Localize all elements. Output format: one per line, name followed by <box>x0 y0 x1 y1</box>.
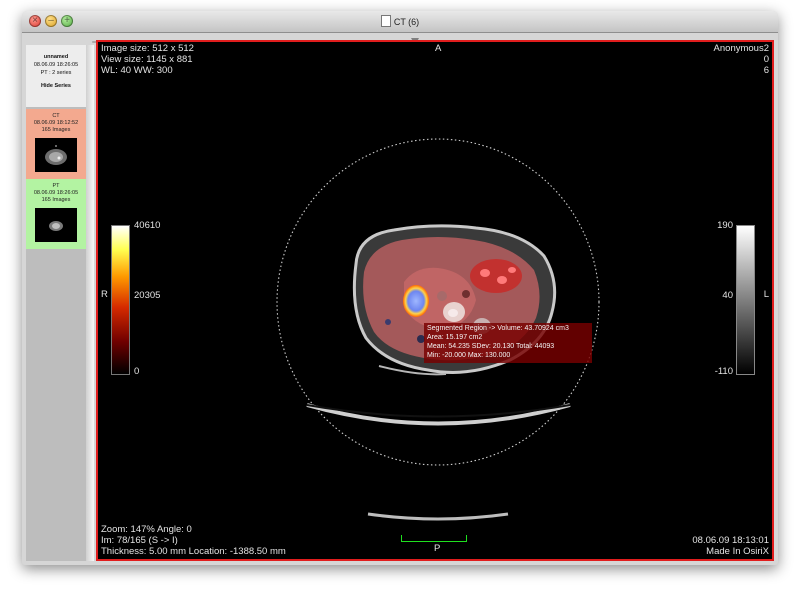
credit-label: Made In OsiriX <box>706 546 769 557</box>
patient-info-line: 6 <box>763 65 769 76</box>
view-size-label: View size: 1145 x 881 <box>101 54 193 65</box>
series-thumbnail-ct[interactable] <box>35 138 77 172</box>
series-thumbnail-pt[interactable] <box>35 208 77 242</box>
zoom-angle-label: Zoom: 147% Angle: 0 <box>101 524 192 535</box>
ct-thumbnail-image <box>45 145 67 165</box>
image-info-overlay: Image size: 512 x 512 View size: 1145 x … <box>101 43 194 76</box>
series-date: 08.06.09 18:26:05 <box>33 190 79 196</box>
roi-area-line: Area: 15.197 cm2 <box>427 334 483 341</box>
acquisition-datetime-label: 08.06.09 18:13:01 <box>692 535 769 546</box>
view-info-overlay: Zoom: 147% Angle: 0 Im: 78/165 (S -> I) … <box>101 524 286 557</box>
series-image-count: 165 Images <box>41 197 71 203</box>
roi-minmax-line: Min: -20.000 Max: 130.000 <box>427 352 511 359</box>
series-image-count: 165 Images <box>41 127 71 133</box>
pt-thumbnail-image <box>49 221 63 231</box>
roi-mean-line: Mean: 54.235 SDev: 20.130 Total: 44093 <box>427 343 555 350</box>
ct-colorbar-max: 190 <box>717 220 733 231</box>
series-modality: PT <box>52 183 60 189</box>
image-size-label: Image size: 512 x 512 <box>101 43 194 54</box>
pet-colorbar-min: 0 <box>134 366 140 377</box>
series-cell-ct[interactable]: CT 08.06.09 18:12:52 165 Images <box>26 109 86 179</box>
roi-volume-line: Segmented Region -> Volume: 43.70924 cm3 <box>427 325 569 332</box>
patient-info-line: 0 <box>763 54 769 65</box>
series-cell-pt[interactable]: PT 08.06.09 18:26:05 165 Images <box>26 179 86 249</box>
ct-colorbar-min: -110 <box>714 366 733 377</box>
document-icon <box>380 15 391 27</box>
acquisition-info-overlay: 08.06.09 18:13:01 Made In OsiriX <box>692 535 769 557</box>
ct-colorbar-mid: 40 <box>722 290 733 301</box>
image-index-label: Im: 78/165 (S -> I) <box>101 535 178 546</box>
pet-colorbar <box>111 225 130 375</box>
study-date: 08.06.09 18:26:05 <box>33 62 79 68</box>
orientation-top-label: A <box>435 43 442 54</box>
patient-name-label: Anonymous2 <box>713 43 769 54</box>
viewer-window: × – + CT (6) unnamed 08.06.09 18:26:05 P… <box>22 11 778 565</box>
sidebar-scrollbar[interactable] <box>86 45 94 561</box>
roi-stats-box[interactable]: Segmented Region -> Volume: 43.70924 cm3… <box>424 323 592 363</box>
image-viewer[interactable]: Image size: 512 x 512 View size: 1145 x … <box>96 40 774 561</box>
window-level-label: WL: 40 WW: 300 <box>101 65 173 76</box>
ct-colorbar <box>736 225 755 375</box>
study-cell[interactable]: unnamed 08.06.09 18:26:05 PT : 2 series … <box>26 45 86 107</box>
series-modality: CT <box>52 113 60 119</box>
study-name: unnamed <box>43 54 69 60</box>
series-sidebar: unnamed 08.06.09 18:26:05 PT : 2 series … <box>26 45 86 561</box>
window-title: CT (6) <box>393 17 420 27</box>
series-date: 08.06.09 18:12:52 <box>33 120 79 126</box>
hide-series-button[interactable]: Hide Series <box>26 82 86 90</box>
study-series-count: PT : 2 series <box>40 70 72 76</box>
title-bar[interactable]: × – + CT (6) <box>22 11 778 33</box>
slice-thickness-label: Thickness: 5.00 mm Location: -1388.50 mm <box>101 546 286 557</box>
pet-colorbar-mid: 20305 <box>134 290 161 301</box>
orientation-right-label: L <box>763 289 769 300</box>
scale-ruler <box>401 535 467 542</box>
window-title-wrap: CT (6) <box>22 15 778 27</box>
patient-info-overlay: Anonymous2 0 6 <box>714 43 769 76</box>
orientation-left-label: R <box>101 289 108 300</box>
pet-colorbar-max: 40610 <box>134 220 161 231</box>
ct-pet-fusion-image <box>276 138 600 521</box>
orientation-bottom-label: P <box>434 543 441 554</box>
